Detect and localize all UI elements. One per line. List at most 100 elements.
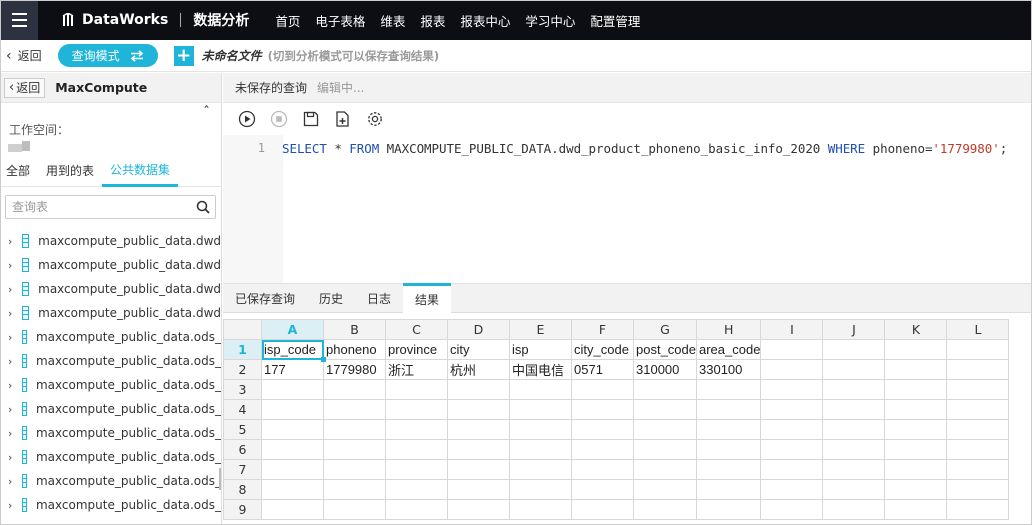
nav-dimension-table[interactable]: 维表 — [380, 11, 405, 30]
sheet-cell[interactable] — [695, 399, 762, 420]
row-header[interactable]: 4 — [223, 399, 262, 420]
sheet-cell[interactable] — [946, 439, 1010, 460]
sheet-cell[interactable] — [571, 439, 634, 460]
row-header[interactable]: 7 — [223, 459, 262, 480]
sheet-cell[interactable] — [822, 499, 886, 520]
sheet-cell[interactable] — [509, 379, 572, 400]
tab-public-datasets[interactable]: 公共数据集 — [102, 155, 179, 187]
table-search-input[interactable] — [12, 200, 182, 214]
new-file-button[interactable]: + — [173, 45, 194, 66]
sheet-cell[interactable] — [822, 339, 886, 360]
query-mode-toggle[interactable]: 查询模式 — [57, 44, 158, 67]
sheet-cell[interactable] — [571, 419, 634, 440]
sheet-cell[interactable] — [822, 359, 886, 380]
sheet-cell[interactable] — [946, 459, 1010, 480]
column-header[interactable]: E — [509, 319, 572, 340]
sheet-cell[interactable] — [695, 419, 762, 440]
sheet-cell[interactable] — [695, 459, 762, 480]
sheet-cell[interactable] — [884, 479, 948, 500]
sheet-cell[interactable] — [760, 439, 824, 460]
chevron-right-icon[interactable]: › — [8, 499, 12, 512]
table-list-item[interactable]: › maxcompute_public_data.ods_ — [0, 397, 221, 421]
sheet-cell[interactable] — [385, 439, 448, 460]
column-header[interactable]: K — [884, 319, 948, 340]
sheet-cell[interactable] — [760, 399, 824, 420]
sheet-cell[interactable] — [323, 459, 386, 480]
column-header[interactable]: D — [447, 319, 510, 340]
sheet-cell[interactable] — [447, 379, 510, 400]
sheet-cell[interactable] — [884, 399, 948, 420]
column-header[interactable]: C — [385, 319, 448, 340]
sheet-cell[interactable] — [822, 419, 886, 440]
chevron-right-icon[interactable]: › — [8, 379, 12, 392]
sheet-cell[interactable] — [261, 499, 324, 520]
settings-gear-icon[interactable] — [366, 110, 384, 128]
chevron-right-icon[interactable]: › — [8, 355, 12, 368]
chevron-up-icon[interactable]: ˆ — [203, 105, 210, 121]
sheet-cell[interactable] — [884, 339, 948, 360]
menu-icon[interactable] — [0, 0, 38, 40]
table-list-item[interactable]: › maxcompute_public_data.dwd — [0, 277, 221, 301]
sheet-cell[interactable] — [760, 339, 824, 360]
sheet-cell[interactable] — [633, 419, 697, 440]
chevron-right-icon[interactable]: › — [8, 235, 12, 248]
save-icon[interactable] — [302, 110, 320, 128]
sheet-cell[interactable]: area_code — [695, 339, 762, 360]
row-header[interactable]: 5 — [223, 419, 262, 440]
sheet-cell[interactable] — [385, 459, 448, 480]
sheet-cell[interactable] — [509, 499, 572, 520]
sheet-cell[interactable] — [323, 439, 386, 460]
sheet-cell[interactable] — [509, 419, 572, 440]
chevron-right-icon[interactable]: › — [8, 403, 12, 416]
sql-editor[interactable]: 1 SELECT * FROM MAXCOMPUTE_PUBLIC_DATA.d… — [223, 135, 1032, 283]
sheet-cell[interactable] — [261, 439, 324, 460]
sheet-cell[interactable] — [760, 479, 824, 500]
sheet-cell[interactable] — [695, 379, 762, 400]
table-list-item[interactable]: › maxcompute_public_data.dwd — [0, 301, 221, 325]
sheet-cell[interactable] — [323, 479, 386, 500]
sql-code[interactable]: SELECT * FROM MAXCOMPUTE_PUBLIC_DATA.dwd… — [282, 141, 1007, 156]
row-header[interactable]: 2 — [223, 359, 262, 380]
sheet-cell[interactable] — [695, 439, 762, 460]
sheet-cell[interactable] — [385, 379, 448, 400]
sheet-cell[interactable]: 杭州 — [447, 359, 510, 380]
chevron-right-icon[interactable]: › — [8, 475, 12, 488]
sheet-cell[interactable]: 177 — [261, 359, 324, 380]
row-header[interactable]: 6 — [223, 439, 262, 460]
sheet-cell[interactable]: province — [385, 339, 448, 360]
sheet-cell[interactable]: 浙江 — [385, 359, 448, 380]
nav-spreadsheet[interactable]: 电子表格 — [315, 11, 365, 30]
sheet-cell[interactable]: city_code — [571, 339, 634, 360]
sheet-cell[interactable] — [509, 459, 572, 480]
sheet-cell[interactable] — [946, 499, 1010, 520]
sheet-cell[interactable] — [760, 359, 824, 380]
nav-report[interactable]: 报表 — [420, 11, 445, 30]
sheet-cell[interactable] — [946, 479, 1010, 500]
chevron-right-icon[interactable]: › — [8, 283, 12, 296]
sheet-cell[interactable] — [261, 379, 324, 400]
column-header[interactable]: B — [323, 319, 386, 340]
sheet-cell[interactable] — [447, 399, 510, 420]
sheet-cell[interactable] — [633, 439, 697, 460]
search-icon[interactable] — [196, 200, 210, 214]
sheet-cell[interactable]: city — [447, 339, 510, 360]
sheet-cell[interactable] — [571, 499, 634, 520]
sheet-cell[interactable] — [946, 399, 1010, 420]
nav-report-center[interactable]: 报表中心 — [460, 11, 510, 30]
tab-used-tables[interactable]: 用到的表 — [38, 155, 102, 187]
stop-icon[interactable] — [270, 110, 288, 128]
result-grid[interactable]: A B C D E F G H I J K L 1 isp_code phoneno province city… — [223, 319, 1010, 520]
sheet-cell[interactable] — [822, 459, 886, 480]
sheet-cell[interactable] — [323, 399, 386, 420]
sheet-cell[interactable] — [946, 359, 1010, 380]
column-header[interactable]: L — [946, 319, 1010, 340]
sheet-cell[interactable] — [571, 399, 634, 420]
panel-scrollbar[interactable] — [219, 468, 221, 490]
result-spreadsheet[interactable]: A B C D E F G H I J K L 1 isp_code phoneno province city… — [223, 319, 1032, 525]
tab-saved-queries[interactable]: 已保存查询 — [235, 283, 295, 313]
sheet-cell[interactable]: isp_code — [261, 339, 324, 360]
sheet-cell[interactable] — [447, 499, 510, 520]
sheet-cell[interactable] — [633, 479, 697, 500]
sheet-cell[interactable] — [385, 399, 448, 420]
table-list-item[interactable]: › maxcompute_public_data.ods_ — [0, 421, 221, 445]
